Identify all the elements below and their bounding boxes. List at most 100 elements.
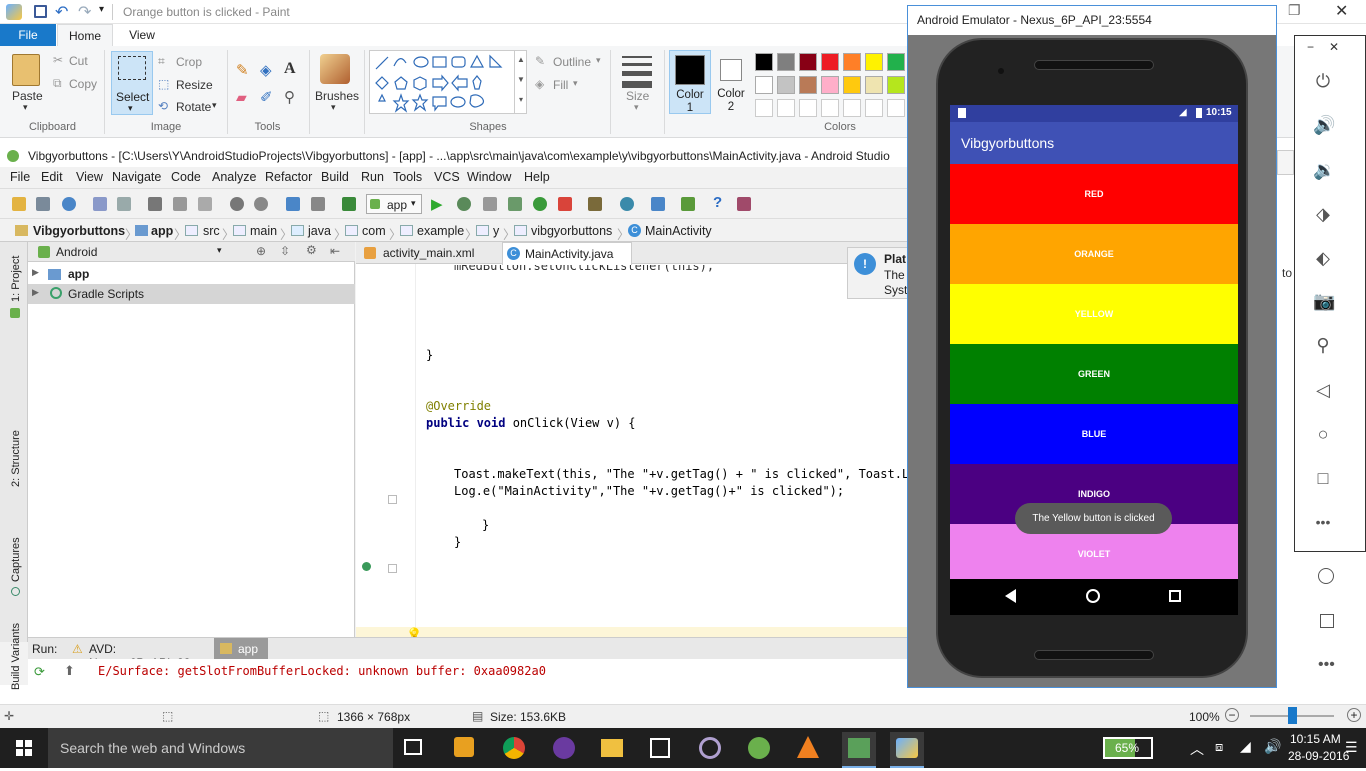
quick-access-dropdown-icon[interactable]: ▾ <box>99 4 104 15</box>
debug-icon[interactable] <box>457 197 471 211</box>
size-icon[interactable] <box>622 56 652 88</box>
chrome-icon[interactable] <box>503 737 525 759</box>
palette-swatch[interactable] <box>865 53 883 71</box>
wifi-icon[interactable]: ◢ <box>1240 738 1251 755</box>
menu-refactor[interactable]: Refactor <box>265 170 312 184</box>
expand-arrow-icon[interactable]: ▶ <box>32 267 39 278</box>
breadcrumb-com[interactable]: com <box>362 224 386 238</box>
stop-icon[interactable] <box>558 197 572 211</box>
sync-icon[interactable] <box>62 197 76 211</box>
color-picker-icon[interactable]: ✐ <box>260 88 273 106</box>
tool-tab-structure[interactable]: 2: Structure <box>10 430 22 487</box>
back-icon[interactable] <box>286 197 300 211</box>
make-project-icon[interactable] <box>342 197 356 211</box>
palette-swatch[interactable] <box>755 76 773 94</box>
rotate-button[interactable]: Rotate <box>176 100 211 114</box>
paste-icon[interactable] <box>12 54 40 86</box>
start-button[interactable] <box>0 728 48 768</box>
fill-dropdown-icon[interactable]: ▾ <box>573 78 578 89</box>
attach-debugger-icon[interactable] <box>508 197 522 211</box>
palette-swatch[interactable] <box>843 53 861 71</box>
outline-dropdown-icon[interactable]: ▾ <box>596 55 601 66</box>
sdk-manager-icon[interactable] <box>620 197 634 211</box>
store-icon[interactable] <box>650 738 670 758</box>
palette-swatch[interactable] <box>887 76 905 94</box>
volume-up-icon[interactable]: 🔊 <box>1313 115 1335 135</box>
zoom-icon[interactable]: ⚲ <box>1313 335 1333 355</box>
palette-swatch[interactable] <box>887 53 905 71</box>
outline-icon[interactable]: ✎ <box>535 54 545 68</box>
fold-marker-icon[interactable] <box>388 564 397 573</box>
volume-icon[interactable]: 🔊 <box>1264 738 1281 755</box>
plugin-icon[interactable] <box>737 197 751 211</box>
brushes-icon[interactable] <box>320 54 350 84</box>
tab-view[interactable]: View <box>114 24 170 46</box>
breadcrumb-src[interactable]: src <box>203 224 220 238</box>
copy-icon[interactable]: ⧉ <box>53 76 62 91</box>
save-icon[interactable] <box>34 5 47 18</box>
custom-color-swatch[interactable] <box>777 99 795 117</box>
overview-icon[interactable]: □ <box>1313 468 1333 488</box>
maximize-icon[interactable]: ❐ <box>1288 2 1301 19</box>
shapes-gallery[interactable] <box>369 50 527 114</box>
action-center-icon[interactable]: ☰ <box>1345 739 1358 756</box>
tab-activity-main-xml[interactable]: activity_main.xml <box>361 242 501 264</box>
tool-tab-project[interactable]: 1: Project <box>10 256 22 302</box>
text-tool-icon[interactable]: A <box>284 60 296 78</box>
tab-home[interactable]: Home <box>57 24 113 46</box>
clock-time[interactable]: 10:15 AM <box>1290 732 1341 746</box>
rotate-left-icon[interactable]: ⬗ <box>1313 204 1333 224</box>
undo-icon[interactable] <box>93 197 107 211</box>
breadcrumb-mainactivity[interactable]: MainActivity <box>645 224 712 238</box>
vlc-icon[interactable] <box>797 736 819 758</box>
zoom-in-icon[interactable]: + <box>1347 708 1361 722</box>
palette-swatch[interactable] <box>843 76 861 94</box>
clock-date[interactable]: 28-09-2016 <box>1288 749 1349 763</box>
hide-icon[interactable]: ⇤ <box>330 244 340 258</box>
fill-bucket-icon[interactable]: ◈ <box>260 61 272 79</box>
save-all-icon[interactable] <box>36 197 50 211</box>
android-studio-icon[interactable] <box>748 737 770 759</box>
crop-icon[interactable]: ⌗ <box>158 54 165 69</box>
select-button[interactable]: Select ▾ <box>111 51 153 115</box>
find-icon[interactable] <box>230 197 244 211</box>
breadcrumb-project[interactable]: Vibgyorbuttons <box>33 224 125 238</box>
file-explorer-icon[interactable] <box>601 739 623 757</box>
menu-help[interactable]: Help <box>524 170 550 184</box>
rotate-icon[interactable]: ⟲ <box>158 99 168 113</box>
volume-down-icon[interactable]: 🔉 <box>1313 160 1335 180</box>
paste-button[interactable]: Paste <box>12 89 43 103</box>
color-button-red[interactable]: RED <box>950 164 1238 224</box>
chevron-down-icon[interactable]: ▾ <box>217 245 222 256</box>
custom-color-swatch[interactable] <box>865 99 883 117</box>
cut-icon[interactable]: ✂ <box>53 53 63 67</box>
open-folder-icon[interactable] <box>12 197 26 211</box>
tool-tab-captures[interactable]: Captures <box>10 537 22 582</box>
tree-item-app[interactable]: ▶ app <box>28 264 355 284</box>
palette-swatch[interactable] <box>799 76 817 94</box>
copy-button[interactable]: Copy <box>69 77 97 91</box>
show-hidden-icons[interactable]: ︿ <box>1190 739 1204 759</box>
custom-color-swatch[interactable] <box>799 99 817 117</box>
home-nav-icon[interactable] <box>1086 589 1100 603</box>
home-icon[interactable]: ○ <box>1313 424 1333 444</box>
color1-button[interactable]: Color 1 <box>669 50 711 114</box>
menu-run[interactable]: Run <box>361 170 384 184</box>
back-nav-icon[interactable] <box>1005 589 1016 603</box>
resize-icon[interactable]: ⬚ <box>158 77 169 91</box>
shapes-scrollbar[interactable]: ▲ ▼ ▾ <box>514 50 527 114</box>
paste-icon[interactable] <box>198 197 212 211</box>
fill-button[interactable]: Fill <box>553 78 568 92</box>
menu-navigate[interactable]: Navigate <box>112 170 161 184</box>
menu-file[interactable]: File <box>10 170 30 184</box>
custom-color-swatch[interactable] <box>887 99 905 117</box>
app-icon[interactable] <box>699 737 721 759</box>
tool-tab-build-variants[interactable]: Build Variants <box>10 623 22 690</box>
up-arrow-icon[interactable]: ⬆ <box>64 663 75 679</box>
app-icon[interactable] <box>553 737 575 759</box>
run-config-select[interactable]: app ▾ <box>366 194 422 214</box>
collapse-icon[interactable]: ⇳ <box>280 244 290 258</box>
run-tab-avd[interactable]: ⚠ AVD: Nexus_6P_API_23 <box>68 638 208 670</box>
zoom-slider-thumb[interactable] <box>1288 707 1297 724</box>
menu-analyze[interactable]: Analyze <box>212 170 256 184</box>
